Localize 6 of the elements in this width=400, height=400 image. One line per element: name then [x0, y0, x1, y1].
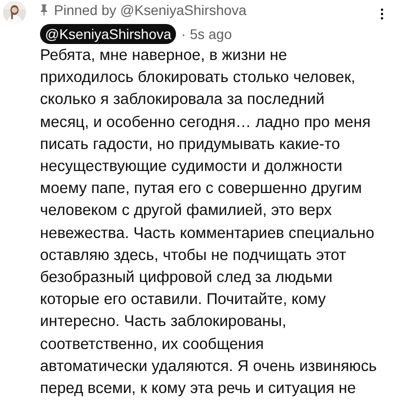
more-options-icon[interactable] [380, 8, 384, 20]
timestamp: · 5s ago [181, 26, 232, 42]
comment-text: Ребята, мне наверное, в жизни не приходилось блокировать столько человек, сколько я заблокировала за последний месяц, и особенно сегодня… ладно про меня писать гадости, но придумывать какие-то несуществующие судимости и должности моему папе, путая его с совершенно другим человеком с другой фамилией, это верх невежества. Часть комментариев специально оставляю здесь, чтобы не подчищать этот безобразный цифровой след за людьми которые его оставили. Почитайте, кому интересно. Часть заблокированы, соответственно, их сообщения автоматически удаляются. Я очень извиняюсь перед всеми, к кому эта речь и ситуация не [40, 46, 378, 400]
pin-icon [40, 4, 48, 16]
author-badge[interactable]: @KseniyaShirshova [40, 24, 176, 44]
pinned-label: Pinned by @KseniyaShirshova [54, 2, 246, 18]
